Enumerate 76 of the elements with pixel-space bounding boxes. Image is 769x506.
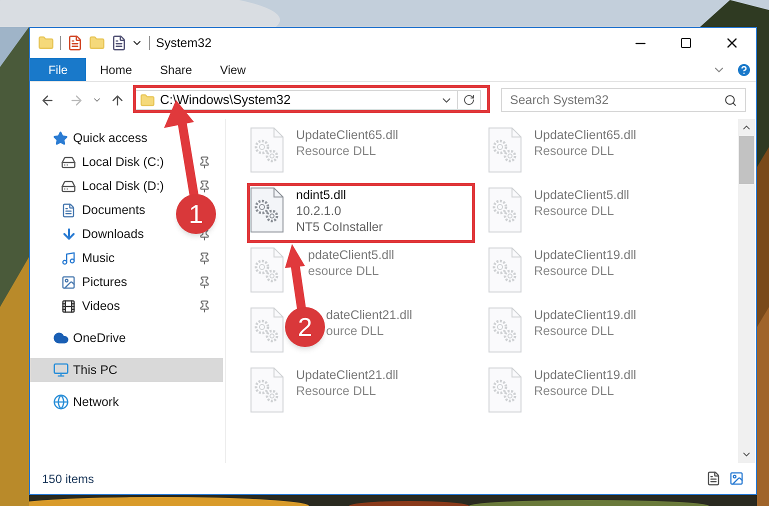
file-name[interactable]: UpdateClient65.dll <box>534 127 636 143</box>
settings-file-icon <box>250 187 284 233</box>
nav-item[interactable]: Quick access <box>30 126 223 150</box>
scrollbar-thumb[interactable] <box>739 136 754 184</box>
settings-file-icon <box>250 367 284 413</box>
address-path: C:\Windows\System32 <box>160 92 291 108</box>
settings-file-icon <box>488 367 522 413</box>
document-icon <box>61 202 76 218</box>
cloud-icon <box>53 330 69 346</box>
file-detail: NT5 CoInstaller <box>296 219 383 235</box>
file-detail: ource DLL <box>326 323 385 339</box>
nav-item[interactable]: This PC <box>30 358 223 382</box>
drive-icon <box>61 178 76 194</box>
refresh-icon[interactable] <box>463 94 475 106</box>
file-detail: Resource DLL <box>534 203 615 219</box>
monitor-icon <box>53 362 69 378</box>
settings-file-icon <box>488 127 522 173</box>
folder-icon <box>140 92 155 108</box>
nav-item[interactable]: Local Disk (D:) <box>82 176 164 196</box>
pin-icon[interactable] <box>198 156 211 168</box>
file-name[interactable]: UpdateClient65.dll <box>296 127 398 143</box>
settings-file-icon <box>488 187 522 233</box>
file-detail: Resource DLL <box>534 263 615 279</box>
settings-file-icon <box>488 247 522 293</box>
ribbon-tab[interactable]: Share <box>146 58 206 81</box>
ribbon-tab[interactable]: Home <box>86 58 146 81</box>
file-name[interactable]: UpdateClient19.dll <box>534 367 636 383</box>
back-icon[interactable] <box>40 92 55 108</box>
file-name[interactable]: ndint5.dll <box>296 187 383 203</box>
item-count: 150 items <box>42 470 94 488</box>
settings-file-icon <box>250 127 284 173</box>
file-detail: 10.2.1.0 <box>296 203 342 219</box>
maximize-icon[interactable] <box>680 37 692 49</box>
nav-item[interactable]: Music <box>82 248 115 268</box>
file-detail: Resource DLL <box>534 143 615 159</box>
pin-icon[interactable] <box>198 252 211 264</box>
settings-file-icon <box>488 307 522 353</box>
star-icon <box>53 130 68 146</box>
file-tab[interactable]: File <box>30 58 86 81</box>
file-detail: Resource DLL <box>296 143 377 159</box>
file-detail: Resource DLL <box>534 323 615 339</box>
search-field[interactable]: Search System32 <box>501 88 746 112</box>
file-name[interactable]: UpdateClient21.dll <box>296 367 398 383</box>
large-icons-view-icon[interactable] <box>729 471 744 486</box>
file-name[interactable]: pdateClient5.dll <box>308 247 394 263</box>
pin-icon[interactable] <box>198 300 211 312</box>
help-icon[interactable] <box>736 62 752 78</box>
file-detail: Resource DLL <box>534 383 615 399</box>
music-note-icon <box>61 250 76 266</box>
nav-item[interactable]: Documents <box>82 200 146 220</box>
drive-icon <box>61 154 76 170</box>
picture-icon <box>61 274 76 290</box>
file-name[interactable]: UpdateClient5.dll <box>534 187 630 203</box>
scrollbar[interactable] <box>738 119 755 463</box>
nav-item[interactable]: Downloads <box>82 224 144 244</box>
settings-file-icon <box>250 247 284 293</box>
globe-icon <box>53 394 69 410</box>
nav-item[interactable]: OneDrive <box>30 326 223 350</box>
file-name[interactable]: UpdateClient19.dll <box>534 307 636 323</box>
search-input[interactable]: Search System32 <box>510 90 724 110</box>
file-detail: esource DLL <box>308 263 380 279</box>
window-title: System32 <box>156 34 212 52</box>
up-icon[interactable] <box>110 92 125 108</box>
pin-icon[interactable] <box>198 276 211 288</box>
nav-item[interactable]: Local Disk (C:) <box>82 152 164 172</box>
nav-item[interactable]: Network <box>30 390 223 414</box>
file-name[interactable]: UpdateClient19.dll <box>534 247 636 263</box>
settings-file-icon <box>250 307 284 353</box>
search-icon <box>724 94 737 106</box>
file-name[interactable]: dateClient21.dll <box>326 307 412 323</box>
file-detail: Resource DLL <box>296 383 377 399</box>
ribbon-tab[interactable]: View <box>206 58 260 81</box>
nav-item[interactable]: Videos <box>82 296 120 316</box>
film-icon <box>61 298 76 314</box>
pin-icon[interactable] <box>198 180 211 192</box>
nav-item[interactable]: Pictures <box>82 272 128 292</box>
